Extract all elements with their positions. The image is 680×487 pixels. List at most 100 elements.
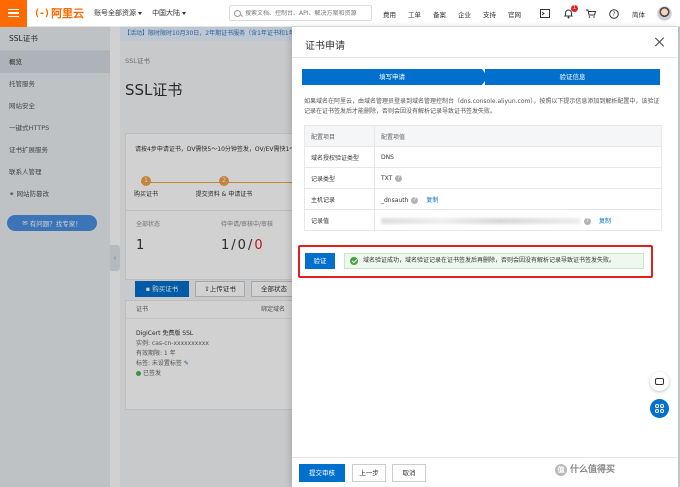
- close-icon[interactable]: [654, 36, 666, 48]
- wizard-step-verify: 验证信息: [485, 69, 660, 85]
- row-value-cell: _dnsauth? 复制: [374, 188, 662, 210]
- link-icon: ⚭: [9, 190, 17, 198]
- stat-value[interactable]: 1: [136, 238, 160, 253]
- collapse-sidebar-handle[interactable]: ‹: [110, 245, 120, 271]
- terminal-icon[interactable]: [540, 9, 550, 19]
- step-buy: 1 购买证书: [116, 176, 176, 198]
- apps-icon[interactable]: [650, 399, 669, 418]
- buy-certificate-button[interactable]: ▪ 购买证书: [135, 281, 189, 297]
- page-title: SSL证书: [125, 81, 183, 99]
- dns-config-table: 配置项目 配置项值 域名授权验证类型 DNS 记录类型 TXT? 主机记录 _d…: [304, 125, 662, 231]
- chat-bubble-icon[interactable]: [650, 372, 669, 391]
- link-tickets[interactable]: 工单: [408, 9, 421, 19]
- cert-status-label: 已签发: [143, 370, 162, 377]
- guide-tip: 请按4步申请证书，DV需快5～10分钟签发，OV/EV需快1～3天签发: [135, 146, 318, 153]
- table-header: 配置项目 配置项值: [304, 125, 662, 147]
- sidebar-item-anti-tamper[interactable]: ⚭ 网站防篡改: [0, 183, 110, 205]
- sidebar-item-one-click-https[interactable]: 一键式HTTPS: [0, 117, 110, 139]
- footer-divider: [292, 457, 678, 458]
- avatar[interactable]: [657, 6, 672, 21]
- cert-apply-drawer: 证书申请 填写申请 验证信息 如果域名在阿里云，由域名管理员登录到域名管理控制台…: [292, 27, 678, 487]
- aliyun-logo[interactable]: (-) 阿里云: [34, 5, 84, 21]
- notification-badge: 1: [570, 4, 578, 12]
- sidebar-title: SSL证书: [0, 27, 110, 51]
- stat-value-a: 1: [221, 238, 230, 253]
- expert-help-button[interactable]: ✉ 有问题？找专家！: [7, 215, 97, 231]
- link-support[interactable]: 支持: [483, 9, 496, 19]
- step-number: 1: [141, 176, 151, 186]
- sidebar: SSL证书 概览 托管服务 网站安全 一键式HTTPS 证书扩展服务 联系人管理…: [0, 27, 110, 487]
- step-submit: 2 提交资料 & 申请证书: [194, 176, 254, 198]
- stat-value-b: 0: [237, 238, 246, 253]
- column-header-domain: 绑定域名: [261, 306, 286, 313]
- link-icp[interactable]: 备案: [433, 9, 446, 19]
- link-enterprise[interactable]: 企业: [458, 9, 471, 19]
- stat-separator: /: [231, 238, 236, 253]
- bell-icon[interactable]: 1: [563, 4, 578, 19]
- link-fees[interactable]: 费用: [383, 9, 396, 19]
- region-dropdown[interactable]: 中国大陆: [152, 8, 187, 18]
- cancel-button[interactable]: 取消: [392, 464, 426, 482]
- step-label: 提交资料 & 申请证书: [195, 191, 253, 198]
- sidebar-item-contacts[interactable]: 联系人管理: [0, 161, 110, 183]
- top-icons: 1 ? 简体: [540, 0, 645, 27]
- chat-icon: ✉: [22, 219, 30, 227]
- question-icon[interactable]: ?: [411, 196, 419, 204]
- link-official-site[interactable]: 官网: [508, 9, 521, 19]
- copy-host-record-link[interactable]: 复制: [426, 197, 438, 204]
- help-icon[interactable]: ?: [609, 8, 619, 19]
- verification-highlight: 验证 域名验证成功，域名验证记录在证书签发后再删除，否则会因没有解析记录导致证书…: [298, 245, 653, 278]
- divider: [292, 57, 678, 58]
- table-row: 主机记录 _dnsauth? 复制: [304, 188, 662, 210]
- sidebar-item-site-security[interactable]: 网站安全: [0, 95, 110, 117]
- stat-separator: /: [247, 238, 253, 253]
- watermark: 值什么值得买: [555, 462, 615, 476]
- wizard-step-fill: 填写申请: [302, 69, 482, 85]
- status-dot-icon: [136, 371, 141, 376]
- svg-text:?: ?: [612, 11, 615, 18]
- language-switch[interactable]: 简体: [632, 9, 645, 19]
- upload-certificate-button[interactable]: ⇪上传证书: [195, 281, 245, 297]
- row-value-cell: TXT?: [374, 167, 662, 189]
- stat-value[interactable]: 1/0/0: [221, 238, 273, 253]
- search-input[interactable]: [245, 9, 370, 17]
- account-dropdown-label: 账号全部资源: [94, 9, 137, 17]
- logo-text: 阿里云: [51, 7, 85, 20]
- search-box[interactable]: [229, 5, 372, 21]
- stat-all: 全部状态 1: [136, 219, 160, 253]
- verify-button[interactable]: 验证: [305, 253, 335, 269]
- sidebar-item-cert-extension[interactable]: 证书扩展服务: [0, 139, 110, 161]
- drawer-title: 证书申请: [305, 41, 345, 52]
- status-filter-button[interactable]: 全部状态: [251, 281, 297, 297]
- question-icon[interactable]: ?: [584, 217, 591, 225]
- menu-icon[interactable]: [0, 0, 27, 27]
- region-dropdown-label: 中国大陆: [152, 9, 181, 17]
- breadcrumb: SSL证书: [125, 57, 150, 65]
- row-key: 记录类型: [304, 167, 375, 189]
- row-key: 域名授权验证类型: [304, 146, 375, 168]
- verification-success-alert: 域名验证成功，域名验证记录在证书签发后再删除，否则会因没有解析记录导致证书签发失…: [344, 253, 644, 269]
- sidebar-item-overview[interactable]: 概览: [0, 51, 110, 73]
- step-number: 2: [219, 176, 229, 186]
- search-icon: [234, 9, 241, 17]
- row-key: 主机记录: [304, 188, 375, 210]
- dns-instructions: 如果域名在阿里云，由域名管理员登录到域名管理控制台（dns.console.al…: [304, 98, 660, 115]
- watermark-logo: 值: [555, 463, 567, 476]
- column-header-item: 配置项目: [304, 125, 375, 147]
- row-value: TXT: [381, 174, 393, 182]
- previous-step-button[interactable]: 上一步: [352, 464, 386, 482]
- logo-mark: (-): [34, 7, 50, 19]
- stat-label: 全部状态: [136, 221, 161, 228]
- redacted-record-value: [381, 218, 581, 224]
- question-icon[interactable]: ?: [395, 174, 403, 182]
- account-dropdown[interactable]: 账号全部资源: [94, 8, 143, 18]
- copy-record-value-link[interactable]: 复制: [599, 218, 611, 225]
- submit-review-button[interactable]: 提交审核: [299, 464, 345, 482]
- sidebar-item-managed[interactable]: 托管服务: [0, 73, 110, 95]
- caret-down-icon: [138, 11, 143, 15]
- top-links: 费用 工单 备案 企业 支持 官网: [383, 0, 533, 27]
- cart-icon[interactable]: [586, 9, 596, 19]
- column-header-cert: 证书: [136, 306, 149, 313]
- stat-value-c: 0: [254, 238, 263, 253]
- watermark-text: 什么值得买: [570, 465, 616, 475]
